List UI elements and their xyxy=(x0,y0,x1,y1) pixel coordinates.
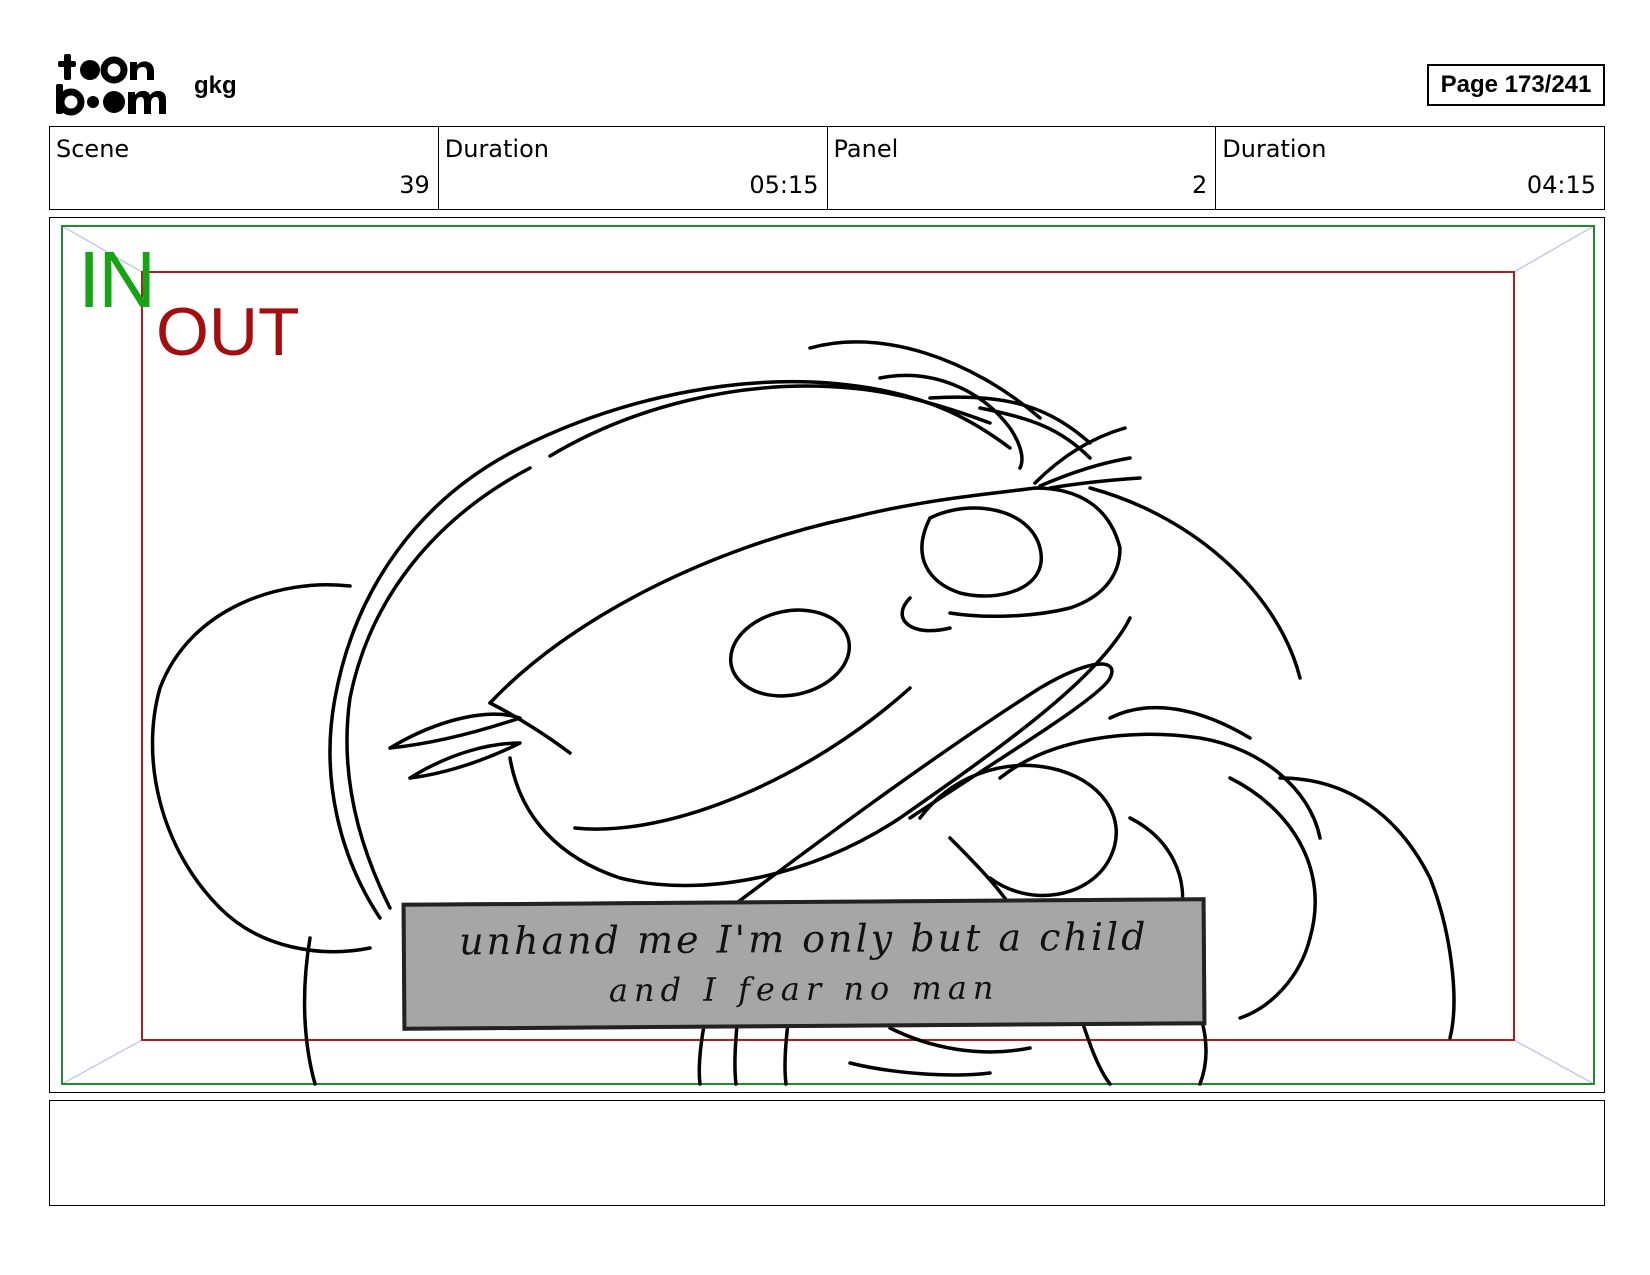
panel-cell: Panel 2 xyxy=(828,127,1217,209)
scene-info-table: Scene 39 Duration 05:15 Panel 2 Duration… xyxy=(49,126,1605,210)
caption-line-1: unhand me I'm only but a child xyxy=(458,914,1149,964)
scene-cell: Scene 39 xyxy=(50,127,439,209)
storyboard-panel: IN OUT unhand me I'm only but a child an… xyxy=(49,217,1605,1093)
panel-duration-value: 04:15 xyxy=(1526,171,1596,199)
panel-notes-box xyxy=(49,1100,1605,1206)
scene-duration-value: 05:15 xyxy=(749,171,819,199)
dialogue-caption: unhand me I'm only but a child and I fea… xyxy=(401,897,1207,1031)
in-field-label: IN xyxy=(78,235,156,324)
toonboom-logo xyxy=(54,52,170,116)
scene-duration-cell: Duration 05:15 xyxy=(439,127,828,209)
panel-duration-label: Duration xyxy=(1222,135,1327,163)
scene-label: Scene xyxy=(56,135,130,163)
project-name: gkg xyxy=(194,72,237,99)
panel-duration-cell: Duration 04:15 xyxy=(1216,127,1604,209)
out-field-label: OUT xyxy=(156,294,300,370)
scene-value: 39 xyxy=(399,171,430,199)
page-number: Page 173/241 xyxy=(1427,64,1605,106)
panel-label: Panel xyxy=(833,135,899,163)
scene-duration-label: Duration xyxy=(444,135,549,163)
caption-line-2: and I fear no man xyxy=(608,968,1000,1010)
panel-value: 2 xyxy=(1191,171,1208,199)
